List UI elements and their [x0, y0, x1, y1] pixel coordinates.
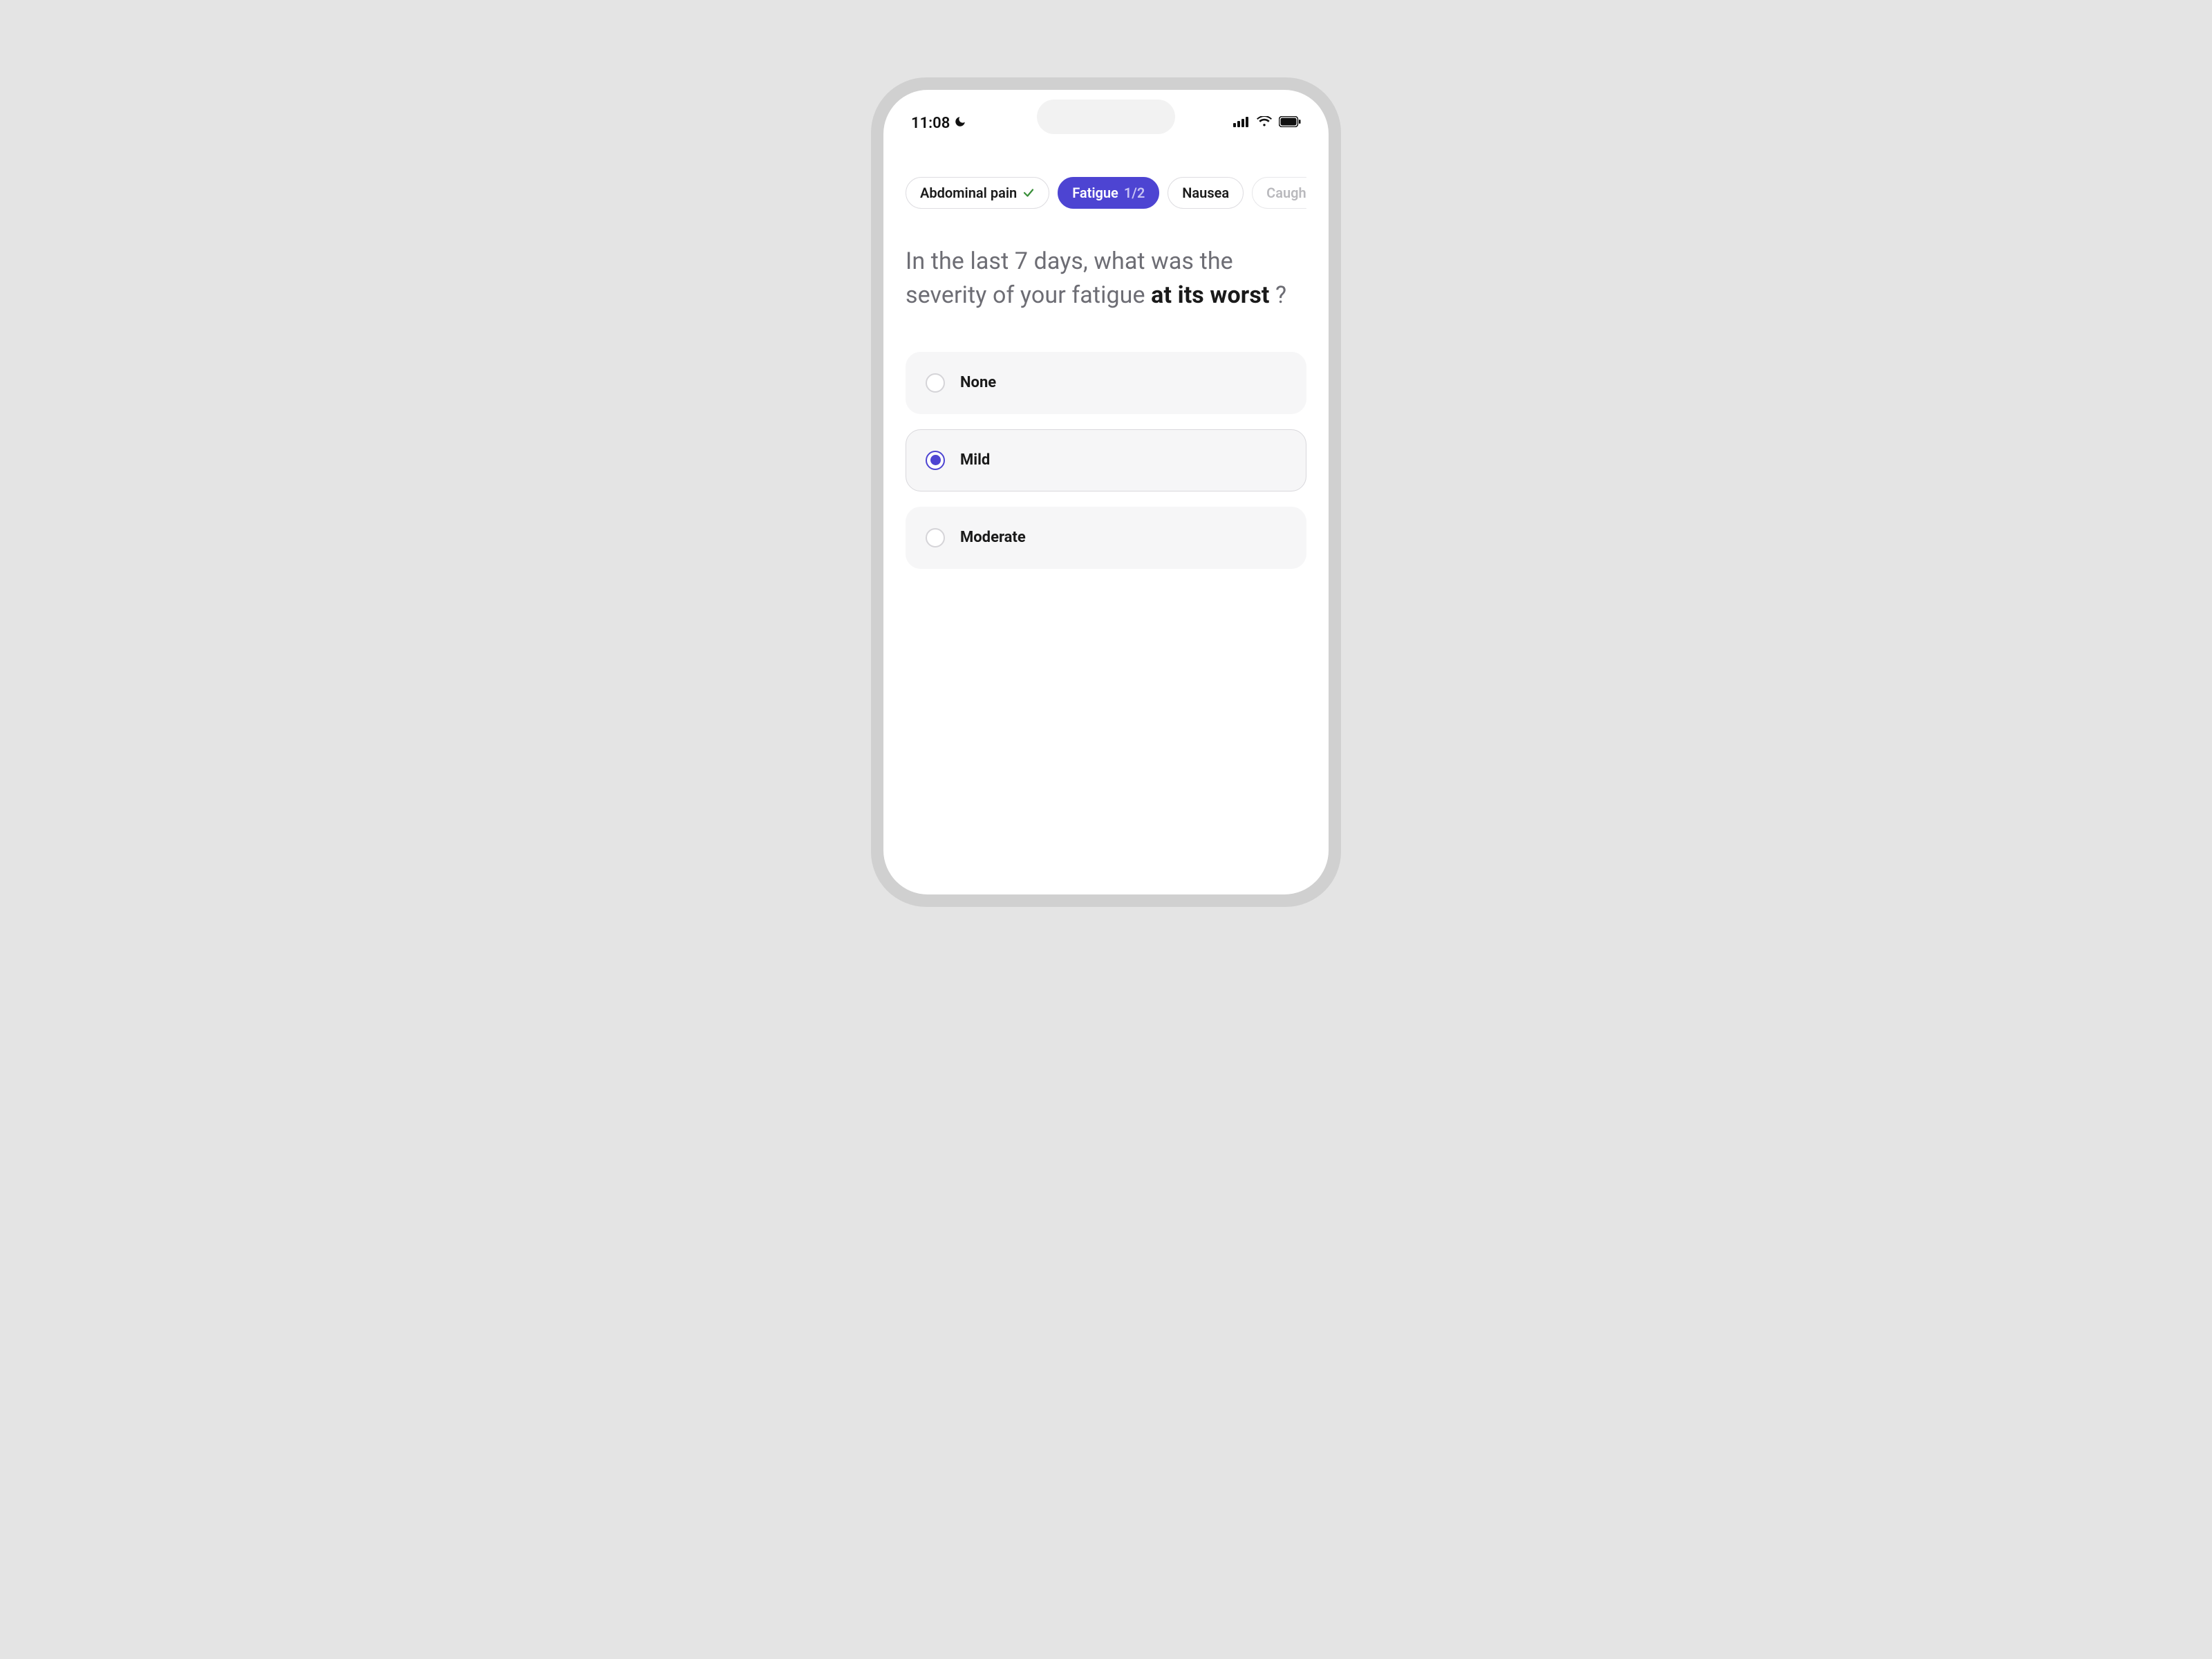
wifi-icon — [1257, 116, 1272, 130]
option-label: Moderate — [960, 529, 1026, 546]
option-moderate[interactable]: Moderate — [906, 507, 1306, 569]
chip-label: Nausea — [1182, 185, 1229, 201]
chip-label: Abdominal pain — [920, 185, 1017, 201]
chip-abdominal-pain[interactable]: Abdominal pain — [906, 177, 1049, 209]
phone-frame: 11:08 — [871, 77, 1341, 907]
chip-nausea[interactable]: Nausea — [1168, 177, 1244, 209]
option-label: None — [960, 374, 996, 391]
radio-icon — [926, 373, 945, 393]
radio-icon — [926, 451, 945, 470]
chip-label: Fatigue — [1072, 185, 1118, 201]
question-suffix: ? — [1270, 281, 1287, 309]
question-text: In the last 7 days, what was the severit… — [906, 245, 1306, 313]
question-bold: at its worst — [1151, 281, 1269, 309]
chip-count: 1/2 — [1124, 185, 1145, 201]
chip-caugh[interactable]: Caugh — [1252, 177, 1306, 209]
option-label: Mild — [960, 451, 990, 469]
radio-icon — [926, 528, 945, 547]
chip-fatigue[interactable]: Fatigue 1/2 — [1058, 177, 1159, 209]
phone-screen: 11:08 — [883, 90, 1329, 894]
battery-icon — [1279, 116, 1301, 130]
dynamic-island — [1037, 100, 1175, 134]
option-none[interactable]: None — [906, 352, 1306, 414]
chip-label: Caugh — [1266, 185, 1306, 201]
check-icon — [1022, 187, 1035, 199]
symptom-chips: Abdominal pain Fatigue 1/2 Nausea Caugh — [906, 177, 1306, 209]
status-time: 11:08 — [911, 115, 950, 132]
cellular-icon — [1233, 116, 1250, 130]
options-list: None Mild Moderate — [906, 352, 1306, 569]
option-mild[interactable]: Mild — [906, 429, 1306, 491]
moon-icon — [954, 115, 966, 132]
